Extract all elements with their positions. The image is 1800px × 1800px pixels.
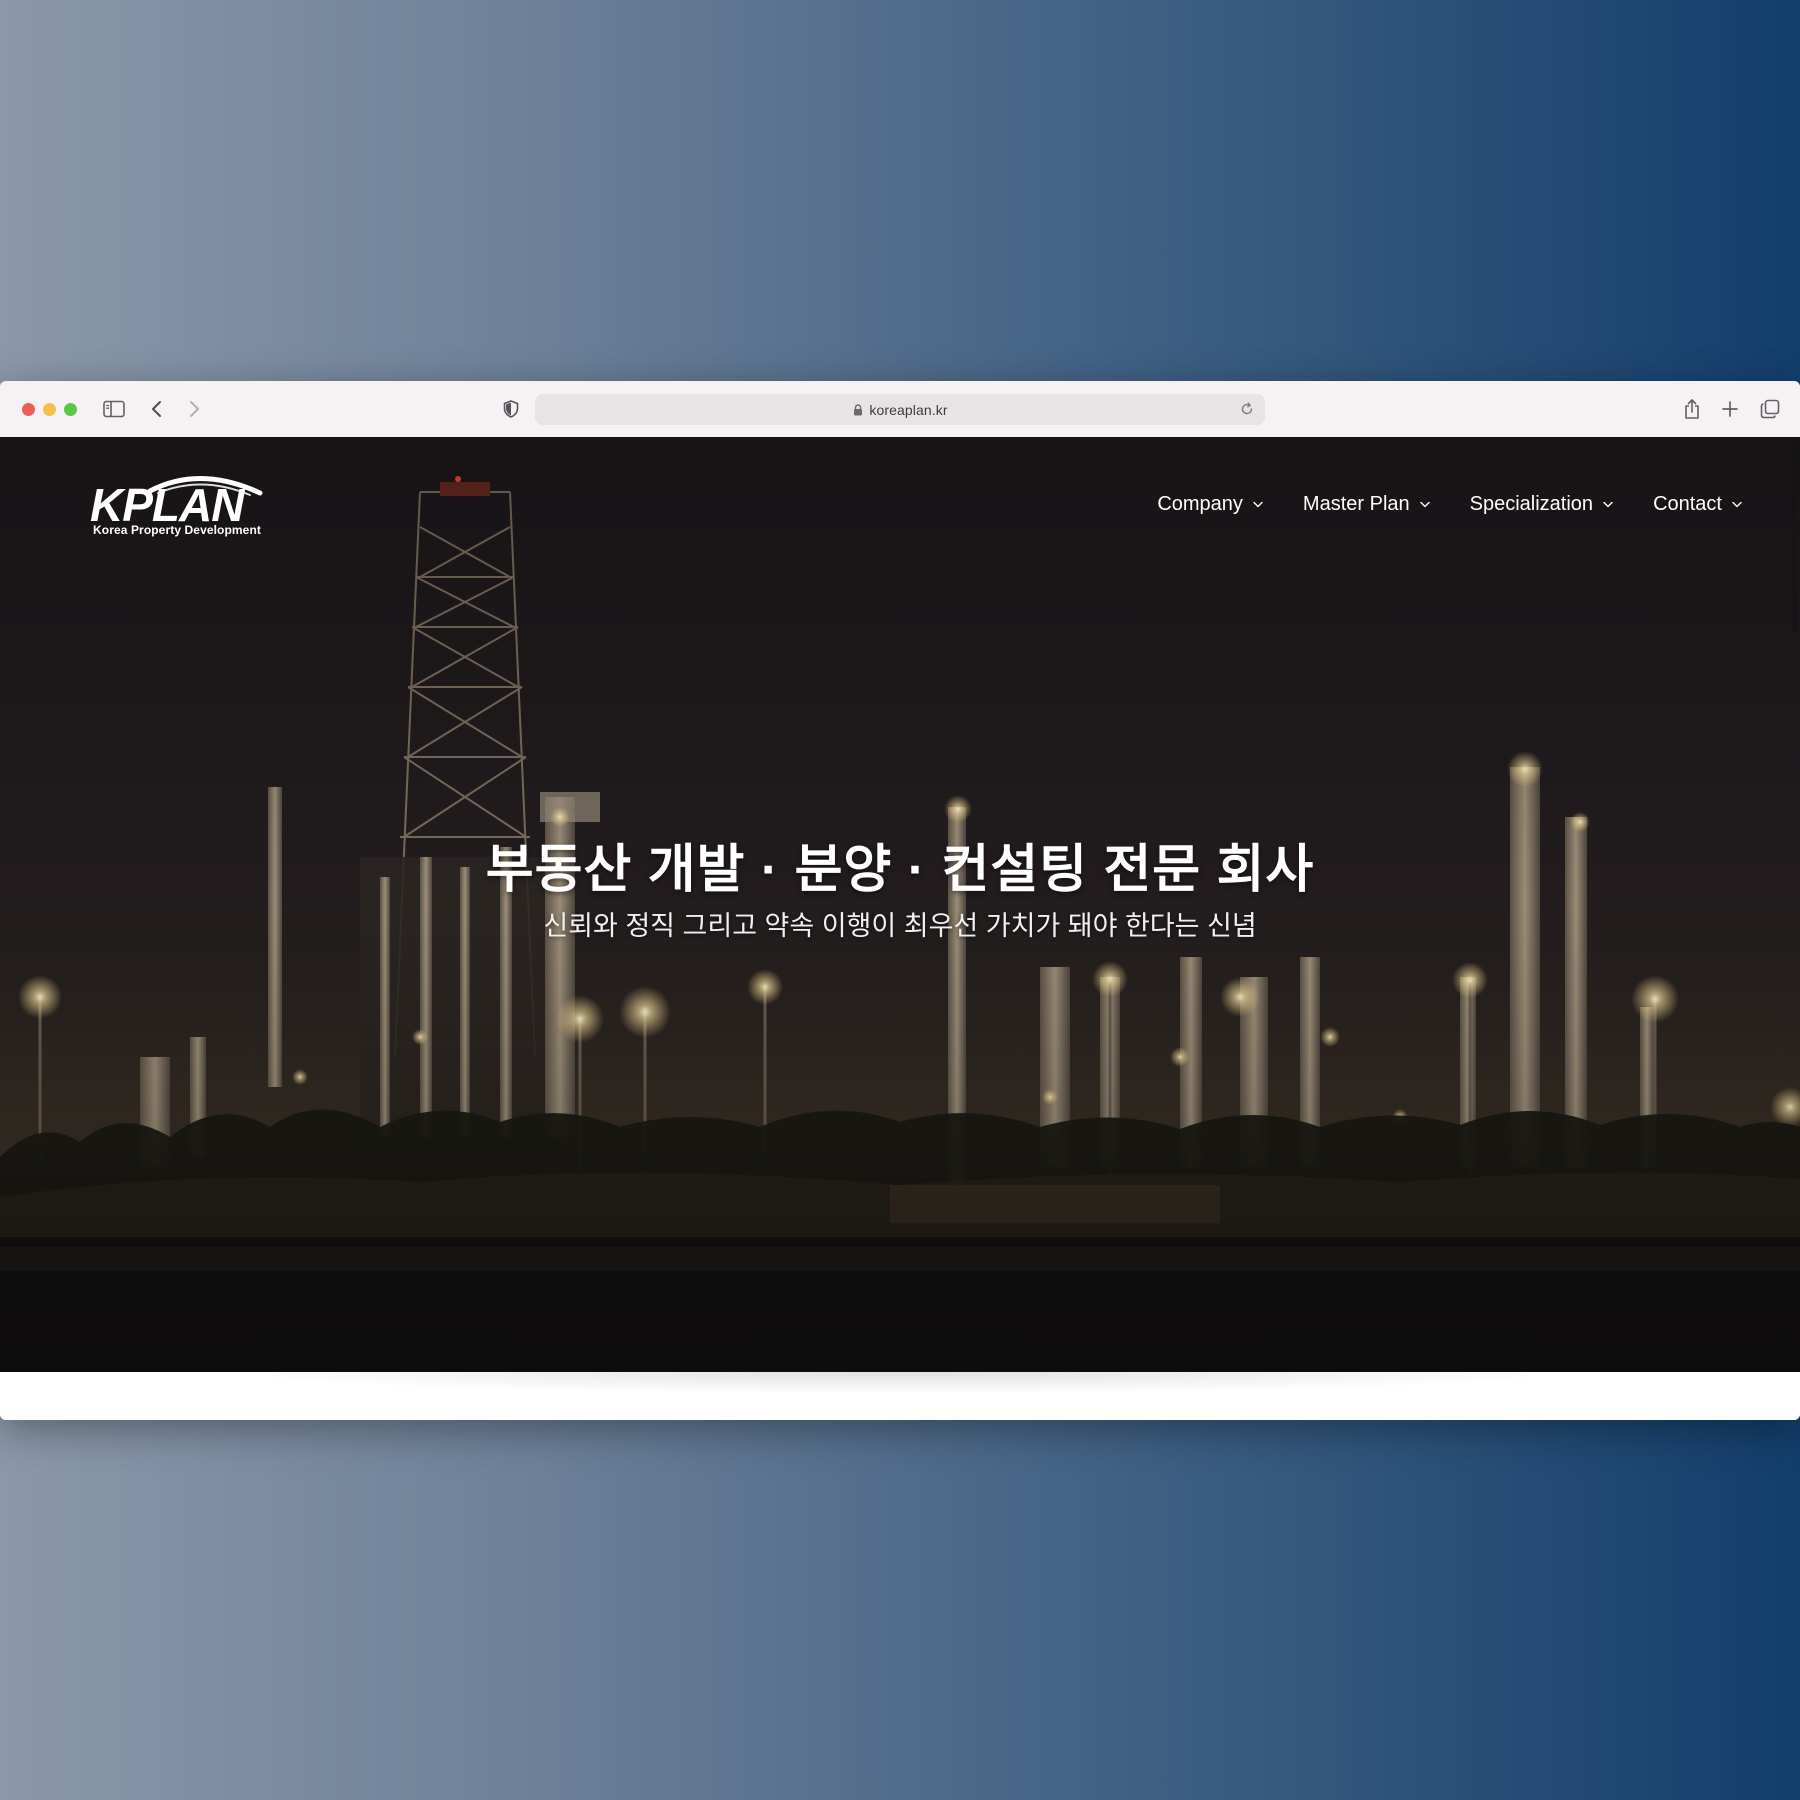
chevron-right-icon[interactable] <box>180 395 208 423</box>
nav-item-label: Contact <box>1653 493 1722 515</box>
section-divider-shadow <box>220 1372 1580 1394</box>
kplan-logo[interactable]: KPLAN Korea Property Development <box>90 471 275 543</box>
nav-item-label: Specialization <box>1469 493 1594 515</box>
chevron-down-icon <box>1419 501 1430 508</box>
close-window-button[interactable] <box>22 403 35 416</box>
minimize-window-button[interactable] <box>43 403 56 416</box>
logo-wordmark: KPLAN <box>90 479 245 523</box>
chevron-down-icon <box>1603 501 1613 508</box>
hero-subtitle: 신뢰와 정직 그리고 약속 이행이 최우선 가치가 돼야 한다는 신념 <box>543 911 1257 941</box>
browser-toolbar: koreaplan.kr <box>0 381 1800 438</box>
chevron-left-icon[interactable] <box>143 395 171 423</box>
chevron-down-icon <box>1732 501 1742 508</box>
chevron-down-icon <box>1253 501 1263 508</box>
zoom-window-button[interactable] <box>64 403 77 416</box>
share-icon[interactable] <box>1678 395 1706 423</box>
reload-icon[interactable] <box>1239 401 1255 417</box>
nav-item-company[interactable]: Company <box>1157 493 1263 516</box>
web-page: KPLAN Korea Property Development Company… <box>0 437 1800 1420</box>
nav-item-label: Master Plan <box>1302 493 1410 515</box>
hero-section: KPLAN Korea Property Development Company… <box>0 437 1800 1372</box>
shield-icon[interactable] <box>497 395 525 423</box>
lock-icon <box>852 403 864 416</box>
nav-item-label: Company <box>1157 493 1243 515</box>
nav-item-master-plan[interactable]: Master Plan <box>1303 493 1430 516</box>
sidebar-icon[interactable] <box>100 395 128 423</box>
tabs-overview-icon[interactable] <box>1756 395 1784 423</box>
url-text: koreaplan.kr <box>869 401 948 418</box>
address-bar[interactable]: koreaplan.kr <box>535 394 1265 425</box>
logo-tagline: Korea Property Development <box>93 523 261 537</box>
nav-item-specialization[interactable]: Specialization <box>1470 493 1613 516</box>
kplan-logo-mark: KPLAN <box>90 476 263 523</box>
nav-item-contact[interactable]: Contact <box>1653 493 1742 516</box>
plus-icon[interactable] <box>1716 395 1744 423</box>
main-nav: Company Master Plan Specialization Conta… <box>1117 493 1742 516</box>
page-scrollbar[interactable] <box>1792 441 1798 631</box>
hero-title: 부동산 개발 · 분양 · 컨설팅 전문 회사 <box>485 841 1315 899</box>
browser-window: koreaplan.kr KPLAN Korea Property Develo… <box>0 381 1800 1420</box>
